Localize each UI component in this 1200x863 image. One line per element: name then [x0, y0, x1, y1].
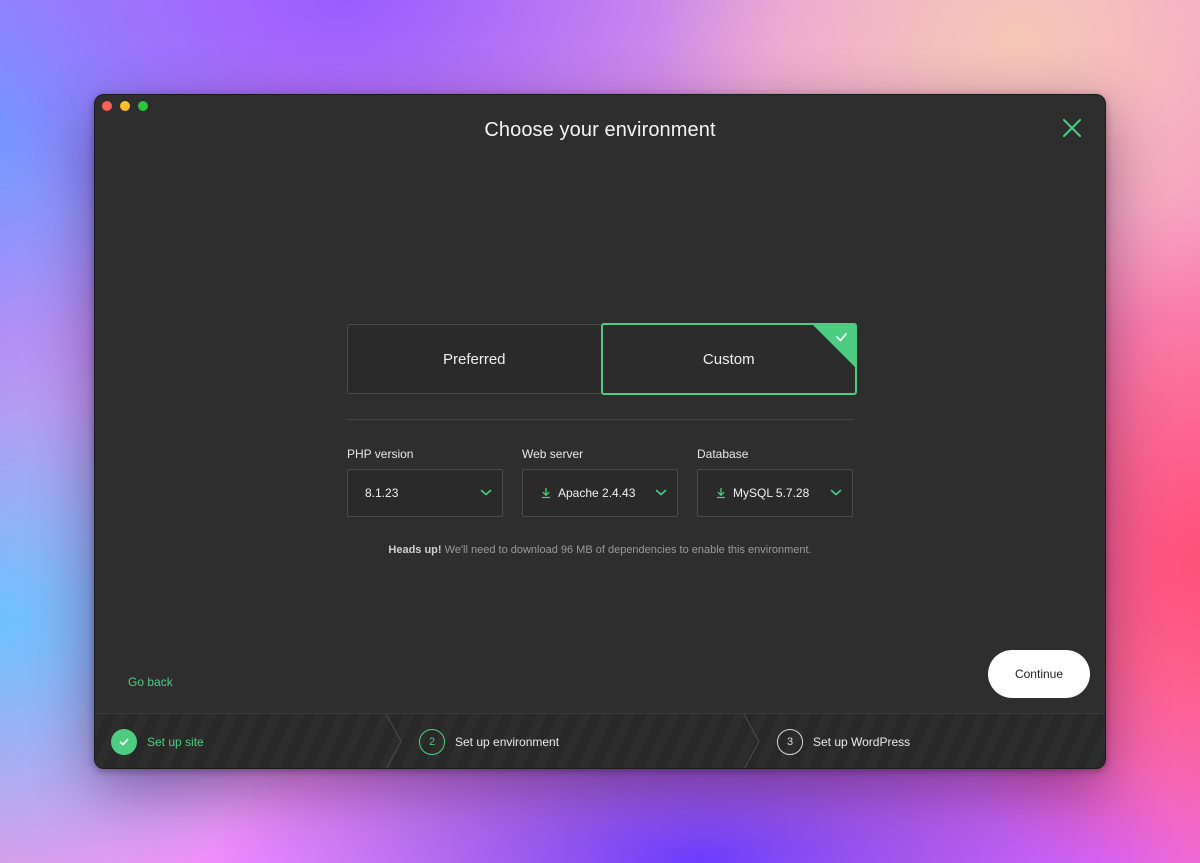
download-icon — [716, 487, 726, 499]
download-notice: Heads up! We'll need to download 96 MB o… — [95, 544, 1105, 556]
step-set-up-environment[interactable]: 2 Set up environment — [419, 714, 560, 768]
download-icon — [541, 487, 551, 499]
database-select[interactable]: MySQL 5.7.28 — [697, 469, 853, 517]
web-server-label: Web server — [522, 447, 584, 461]
section-divider — [347, 419, 854, 420]
setup-stepper: Set up site 2 Set up environment 3 Set u… — [95, 713, 1105, 768]
step-separator — [385, 714, 402, 768]
custom-option[interactable]: Custom — [600, 323, 857, 395]
environment-toggle: Preferred Custom — [347, 323, 857, 395]
close-icon[interactable] — [1061, 117, 1083, 139]
preferred-option-label: Preferred — [442, 350, 506, 368]
web-server-value: Apache 2.4.43 — [558, 486, 636, 500]
step-number: 3 — [777, 728, 803, 755]
notice-text: We'll need to download 96 MB of dependen… — [441, 544, 812, 556]
minimize-window-dot[interactable] — [120, 101, 130, 111]
window-controls — [102, 101, 148, 111]
app-window: Choose your environment Preferred Custom… — [94, 94, 1106, 769]
dialog-title: Choose your environment — [484, 119, 716, 141]
php-version-label: PHP version — [347, 447, 414, 461]
database-value: MySQL 5.7.28 — [733, 486, 810, 500]
php-version-value: 8.1.23 — [365, 486, 399, 500]
check-icon — [111, 728, 137, 755]
step-number: 2 — [419, 728, 445, 755]
php-version-select[interactable]: 8.1.23 — [347, 469, 503, 517]
chevron-down-icon — [830, 489, 842, 496]
step-set-up-site[interactable]: Set up site — [111, 714, 204, 768]
custom-option-label: Custom — [702, 350, 755, 368]
web-server-field: Web server Apache 2.4.43 — [522, 447, 678, 517]
zoom-window-dot[interactable] — [138, 101, 148, 111]
chevron-down-icon — [655, 489, 667, 496]
continue-button[interactable]: Continue — [988, 650, 1090, 698]
step-separator — [743, 714, 760, 768]
php-version-field: PHP version 8.1.23 — [347, 447, 503, 517]
database-field: Database MySQL 5.7.28 — [697, 447, 853, 517]
close-window-dot[interactable] — [102, 101, 112, 111]
go-back-link[interactable]: Go back — [128, 675, 173, 689]
step-label: Set up site — [147, 734, 204, 749]
chevron-down-icon — [480, 489, 492, 496]
database-label: Database — [697, 447, 749, 461]
web-server-select[interactable]: Apache 2.4.43 — [522, 469, 678, 517]
selected-check-icon — [812, 324, 856, 368]
step-label: Set up WordPress — [813, 734, 911, 749]
step-set-up-wordpress[interactable]: 3 Set up WordPress — [777, 714, 911, 768]
preferred-option[interactable]: Preferred — [347, 324, 601, 394]
step-label: Set up environment — [455, 734, 560, 749]
notice-heading: Heads up! — [388, 544, 442, 556]
